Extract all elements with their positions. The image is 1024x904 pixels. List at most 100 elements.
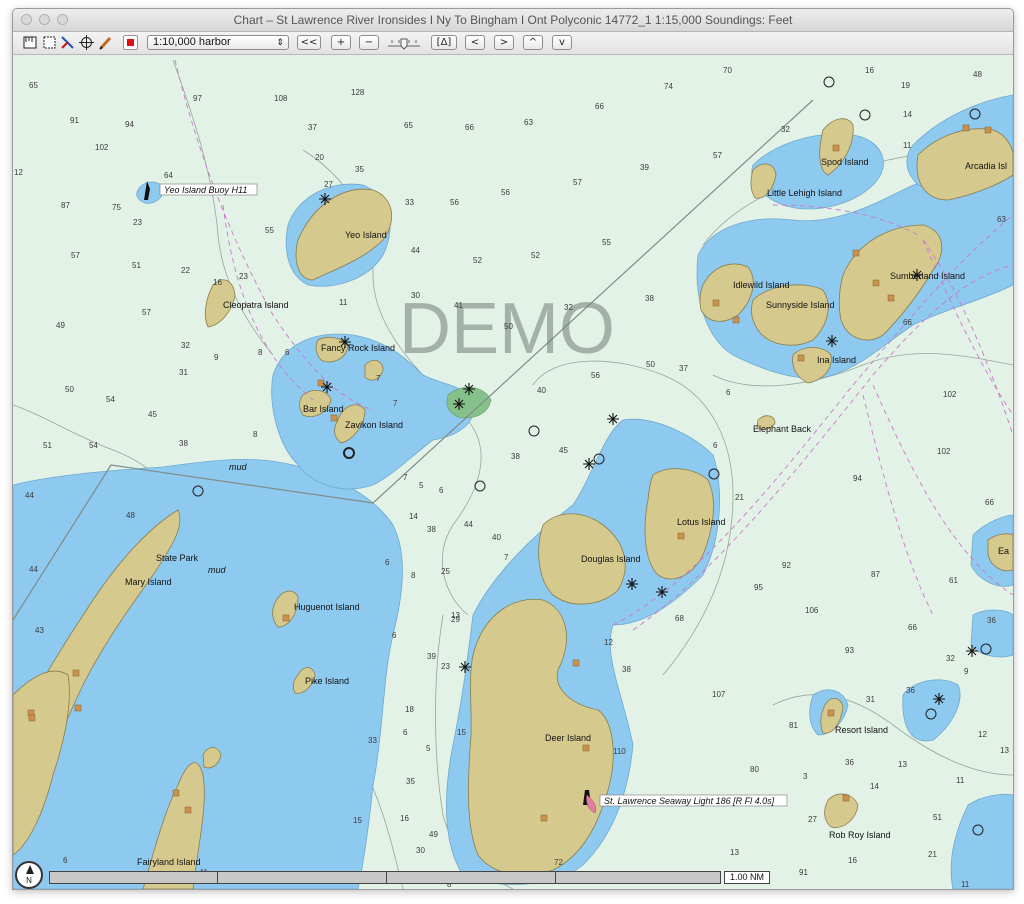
depth-sounding: 44 — [25, 491, 34, 500]
depth-sounding: 13 — [730, 848, 739, 857]
depth-sounding: 43 — [35, 626, 44, 635]
depth-sounding: 65 — [29, 81, 38, 90]
depth-sounding: 30 — [416, 846, 425, 855]
resort-island-label: Resort Island — [835, 725, 888, 735]
depth-sounding: 72 — [554, 858, 563, 867]
depth-sounding: 91 — [799, 868, 808, 877]
depth-sounding: 102 — [937, 447, 951, 456]
sunnyside-island-label: Sunnyside Island — [766, 300, 835, 310]
chart-canvas[interactable]: DEMO 65 97 108 128 74 70 16 19 48 91 94 … — [13, 55, 1013, 889]
zoom-out-button[interactable]: − — [359, 35, 379, 50]
depth-sounding: 65 — [404, 121, 413, 130]
chart-scale-select[interactable]: 1:10,000 harbor ⇕ — [147, 35, 289, 50]
depth-sounding: 7 — [393, 399, 398, 408]
depth-sounding: 52 — [531, 251, 540, 260]
depth-sounding: 49 — [56, 321, 65, 330]
cleopatra-island-label: Cleopatra Island — [223, 300, 289, 310]
depth-sounding: 6 — [385, 558, 390, 567]
depth-sounding: 66 — [985, 498, 994, 507]
depth-sounding: 38 — [622, 665, 631, 674]
pan-up-button[interactable]: ^ — [523, 35, 543, 50]
sumberland-island-label: Sumberland Island — [890, 271, 965, 281]
depth-sounding: 110 — [613, 747, 626, 756]
depth-sounding: 94 — [853, 474, 862, 483]
depth-sounding: 87 — [871, 570, 880, 579]
depth-sounding: 15 — [457, 728, 466, 737]
depth-sounding: 45 — [148, 410, 157, 419]
depth-sounding: 68 — [675, 614, 684, 623]
depth-sounding: 74 — [664, 82, 673, 91]
previous-chart-button[interactable]: << — [297, 35, 321, 50]
depth-sounding: 35 — [406, 777, 415, 786]
depth-sounding: 56 — [501, 188, 510, 197]
buoy-h11-label: Yeo Island Buoy H11 — [164, 185, 247, 195]
scale-bar — [49, 871, 721, 884]
depth-sounding: 81 — [789, 721, 798, 730]
pan-right-button[interactable]: > — [494, 35, 514, 50]
arcadia-island-label: Arcadia Isl — [965, 161, 1007, 171]
depth-sounding: 6 — [713, 441, 718, 450]
depth-sounding: 6 — [403, 728, 408, 737]
depth-sounding: 32 — [781, 125, 790, 134]
depth-sounding: 13 — [898, 760, 907, 769]
depth-sounding: 32 — [181, 341, 190, 350]
depth-sounding: 80 — [750, 765, 759, 774]
depth-sounding: 95 — [754, 583, 763, 592]
depth-sounding: 44 — [411, 246, 420, 255]
depth-sounding: 54 — [89, 441, 98, 450]
depth-sounding: 7 — [403, 473, 408, 482]
select-area-icon[interactable] — [42, 35, 57, 50]
depth-sounding: 12 — [604, 638, 613, 647]
depth-sounding: 66 — [903, 318, 912, 327]
depth-sounding: 7 — [504, 553, 509, 562]
title-bar[interactable]: Chart – St Lawrence River Ironsides I Ny… — [13, 9, 1013, 32]
depth-sounding: 63 — [524, 118, 533, 127]
depth-sounding: 30 — [411, 291, 420, 300]
fancy-rock-island-label: Fancy Rock Island — [321, 343, 395, 353]
huguenot-island-label: Huguenot Island — [294, 602, 360, 612]
north-label: N — [26, 876, 32, 885]
depth-sounding: 40 — [537, 386, 546, 395]
nautical-chart-view[interactable]: DEMO 65 97 108 128 74 70 16 19 48 91 94 … — [13, 55, 1013, 889]
select-arrows-icon: ⇕ — [276, 37, 284, 47]
depth-sounding: 9 — [214, 353, 219, 362]
depth-sounding: 97 — [193, 94, 202, 103]
spod-island-label: Spod Island — [821, 157, 869, 167]
fairyland-island-label: Fairyland Island — [137, 857, 201, 867]
depth-sounding: 44 — [29, 565, 38, 574]
depth-sounding: 27 — [324, 180, 333, 189]
idlewild-island-label: Idlewild Island — [733, 280, 790, 290]
depth-sounding: 27 — [808, 815, 817, 824]
depth-sounding: 57 — [142, 308, 151, 317]
depth-sounding: 63 — [997, 215, 1006, 224]
crosshair-tool-icon[interactable] — [79, 35, 94, 50]
north-compass-icon[interactable]: N — [15, 861, 43, 889]
depth-sounding: 106 — [805, 606, 819, 615]
depth-sounding: 11 — [339, 298, 348, 307]
stop-button-icon[interactable] — [123, 35, 138, 50]
zoom-in-button[interactable]: + — [331, 35, 351, 50]
depth-sounding: 6 — [285, 348, 290, 357]
depth-sounding: 36 — [987, 616, 996, 625]
depth-sounding: 12 — [978, 730, 987, 739]
depth-sounding: 7 — [376, 374, 381, 383]
depth-sounding: 51 — [132, 261, 141, 270]
scale-segment — [387, 872, 556, 883]
mary-island-label: Mary Island — [125, 577, 172, 587]
route-tool-icon[interactable] — [60, 35, 75, 50]
depth-sounding: 128 — [351, 88, 365, 97]
pan-left-button[interactable]: < — [465, 35, 485, 50]
fit-chart-button[interactable]: [Δ] — [431, 35, 457, 50]
ruler-tool-icon[interactable] — [23, 35, 38, 50]
zoom-slider[interactable] — [387, 36, 421, 50]
depth-sounding: 14 — [870, 782, 879, 791]
seaway-light-label: St. Lawrence Seaway Light 186 [R Fl 4.0s… — [604, 796, 775, 806]
depth-sounding: 18 — [405, 705, 414, 714]
depth-sounding: 56 — [591, 371, 600, 380]
depth-sounding: 52 — [473, 256, 482, 265]
pencil-tool-icon[interactable] — [98, 35, 113, 50]
pan-down-button[interactable]: v — [552, 35, 572, 50]
ea-island-label: Ea — [998, 546, 1009, 556]
mud-label: mud — [229, 462, 248, 472]
depth-sounding: 25 — [441, 567, 450, 576]
